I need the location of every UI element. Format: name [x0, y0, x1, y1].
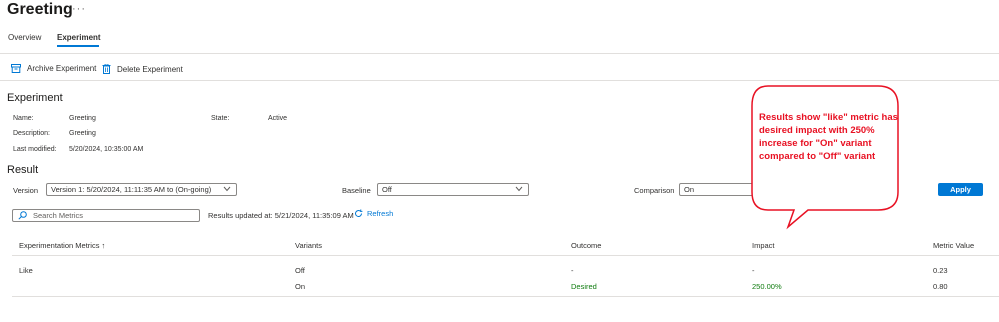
row-impact-on: 250.00% [752, 282, 782, 291]
description-label: Description: [13, 130, 50, 137]
results-updated-text: Results updated at: 5/21/2024, 11:35:09 … [208, 211, 354, 220]
tab-experiment[interactable]: Experiment [57, 33, 101, 42]
more-options-icon[interactable]: ··· [72, 3, 86, 15]
annotation-text: Results show "like" metric has desired i… [759, 112, 898, 162]
row-impact-off: - [752, 266, 755, 275]
search-icon [18, 211, 27, 220]
comparison-dropdown-value: On [684, 185, 695, 194]
name-label: Name: [13, 115, 34, 122]
row-outcome-on: Desired [571, 282, 597, 291]
archive-icon [11, 64, 21, 73]
name-value: Greeting [69, 115, 96, 122]
row-value-off: 0.23 [933, 266, 948, 275]
header-outcome[interactable]: Outcome [571, 241, 601, 250]
comparison-label: Comparison [634, 186, 675, 195]
active-tab-indicator [57, 45, 99, 47]
baseline-dropdown[interactable]: Off [377, 183, 529, 196]
description-value: Greeting [69, 130, 96, 137]
baseline-label: Baseline [342, 186, 371, 195]
baseline-dropdown-value: Off [382, 185, 392, 194]
last-modified-label: Last modified: [13, 146, 57, 153]
refresh-button[interactable]: Refresh [354, 209, 393, 218]
refresh-label: Refresh [367, 209, 394, 218]
version-label: Version [13, 186, 39, 195]
refresh-icon [355, 209, 363, 217]
state-label: State: [211, 115, 230, 122]
delete-experiment-button[interactable]: Delete Experiment [102, 64, 183, 74]
archive-experiment-label: Archive Experiment [27, 64, 97, 73]
header-variants[interactable]: Variants [295, 241, 322, 250]
state-value: Active [268, 115, 288, 122]
delete-experiment-label: Delete Experiment [117, 64, 183, 74]
page-title: Greeting [7, 1, 73, 18]
trash-icon [102, 64, 111, 74]
row-variant-off: Off [295, 266, 305, 275]
annotation-callout: Results show "like" metric has desired i… [746, 84, 906, 232]
header-impact[interactable]: Impact [752, 241, 775, 250]
search-placeholder: Search Metrics [33, 211, 84, 220]
row-metric-like: Like [19, 266, 33, 275]
header-experimentation-metrics[interactable]: Experimentation Metrics ↑ [19, 241, 105, 250]
archive-experiment-button[interactable]: Archive Experiment [11, 64, 96, 73]
row-variant-on: On [295, 282, 306, 291]
last-modified-value: 5/20/2024, 10:35:00 AM [69, 146, 144, 153]
chevron-down-icon [223, 186, 231, 192]
row-value-on: 0.80 [933, 282, 948, 291]
header-metric-value[interactable]: Metric Value [933, 241, 974, 250]
experiment-section-title: Experiment [7, 92, 63, 104]
apply-button[interactable]: Apply [938, 183, 983, 196]
table-header-divider [12, 255, 999, 256]
search-metrics-input[interactable]: Search Metrics [12, 209, 200, 222]
result-section-title: Result [7, 164, 39, 176]
version-dropdown-value: Version 1: 5/20/2024, 11:11:35 AM to (On… [51, 185, 212, 194]
tab-overview[interactable]: Overview [8, 33, 41, 42]
tabs-divider [0, 53, 999, 54]
chevron-down-icon [515, 186, 523, 192]
table-row-divider [12, 296, 999, 297]
command-bar-divider [0, 80, 999, 81]
version-dropdown[interactable]: Version 1: 5/20/2024, 11:11:35 AM to (On… [46, 183, 237, 196]
row-outcome-off: - [571, 266, 574, 275]
